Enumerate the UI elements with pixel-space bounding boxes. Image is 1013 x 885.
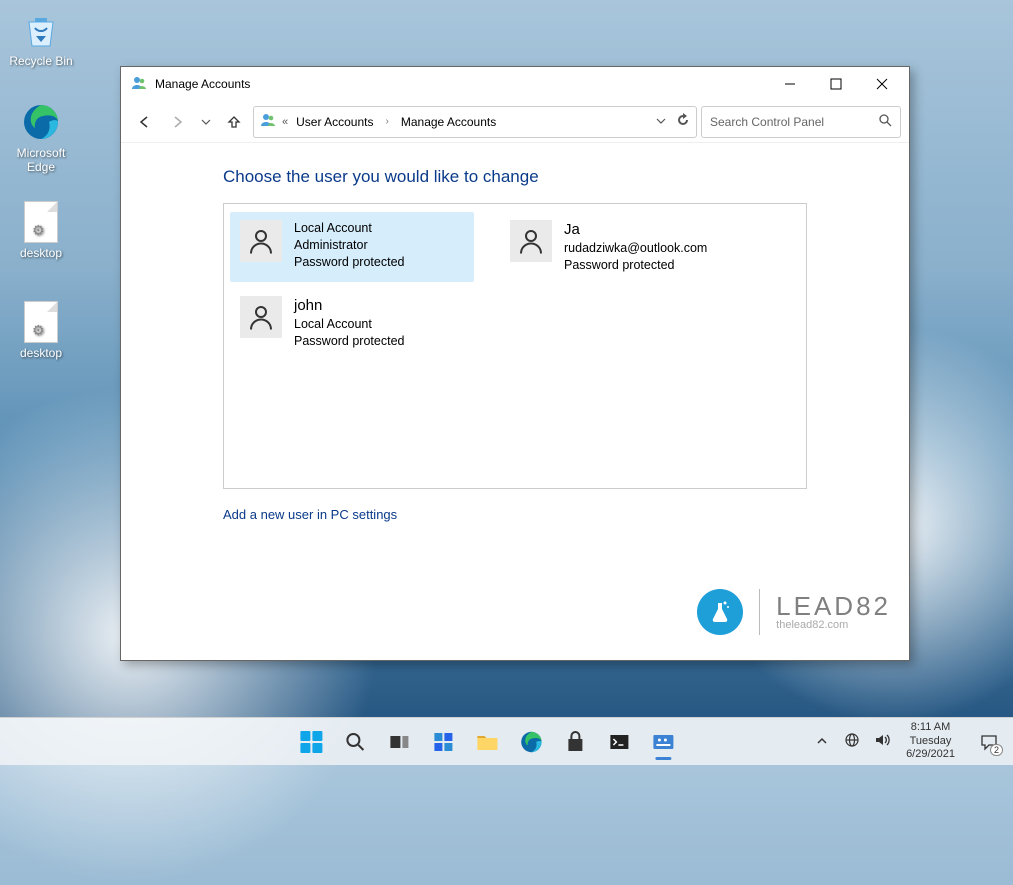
users-icon (260, 112, 276, 131)
add-user-link[interactable]: Add a new user in PC settings (223, 507, 889, 522)
search-icon (344, 731, 366, 753)
desktop-icon-edge[interactable]: Microsoft Edge (2, 100, 80, 174)
content-area: Choose the user you would like to change… (121, 143, 909, 660)
avatar (240, 296, 282, 338)
watermark: LEAD82 thelead82.com (697, 589, 891, 635)
forward-button[interactable] (163, 107, 193, 137)
flask-icon (697, 589, 743, 635)
page-heading: Choose the user you would like to change (223, 167, 889, 187)
avatar (510, 220, 552, 262)
user-detail: Local Account (294, 220, 404, 237)
desktop-icon-file-2[interactable]: ⚙ desktop (2, 300, 80, 360)
clock[interactable]: 8:11 AM Tuesday 6/29/2021 (902, 721, 959, 762)
desktop-icon-label: desktop (2, 246, 80, 260)
start-button[interactable] (291, 722, 331, 762)
search-input[interactable]: Search Control Panel (701, 106, 901, 138)
user-info: Jarudadziwka@outlook.comPassword protect… (564, 220, 707, 274)
users-list: Local AccountAdministratorPassword prote… (223, 203, 807, 489)
nav-toolbar: « User Accounts › Manage Accounts Search… (121, 101, 909, 143)
window-title: Manage Accounts (155, 77, 250, 91)
desktop-icon-label: desktop (2, 346, 80, 360)
breadcrumb-seg-user-accounts[interactable]: User Accounts (294, 115, 375, 129)
user-detail: Password protected (294, 333, 404, 350)
manage-accounts-window: Manage Accounts « User Accounts › Manage… (120, 66, 910, 661)
desktop-icon-label: Recycle Bin (2, 54, 80, 68)
clock-date: 6/29/2021 (906, 748, 955, 762)
recycle-bin-icon (19, 8, 63, 52)
taskbar: 8:11 AM Tuesday 6/29/2021 2 (0, 717, 1013, 765)
back-button[interactable] (129, 107, 159, 137)
edge-button[interactable] (511, 722, 551, 762)
search-placeholder: Search Control Panel (710, 115, 878, 129)
user-detail: Administrator (294, 237, 404, 254)
user-detail: Local Account (294, 316, 404, 333)
user-card[interactable]: johnLocal AccountPassword protected (230, 288, 474, 358)
volume-icon[interactable] (872, 732, 892, 751)
refresh-button[interactable] (676, 113, 690, 130)
recent-dropdown[interactable] (197, 107, 215, 137)
clock-day: Tuesday (906, 735, 955, 749)
tray-overflow-button[interactable] (812, 734, 832, 750)
notifications-button[interactable]: 2 (969, 722, 1009, 762)
breadcrumb-seg-manage-accounts[interactable]: Manage Accounts (399, 115, 498, 129)
user-detail: Password protected (294, 254, 404, 271)
file-icon: ⚙ (19, 200, 63, 244)
user-name: john (294, 296, 404, 316)
store-icon (564, 731, 586, 753)
edge-icon (19, 100, 63, 144)
terminal-icon (608, 731, 630, 753)
file-explorer-button[interactable] (467, 722, 507, 762)
users-icon (131, 75, 147, 94)
network-icon[interactable] (842, 732, 862, 751)
address-dropdown[interactable] (656, 115, 666, 129)
maximize-button[interactable] (813, 69, 859, 99)
task-view-icon (388, 731, 410, 753)
store-button[interactable] (555, 722, 595, 762)
control-panel-button[interactable] (643, 722, 683, 762)
control-panel-icon (651, 731, 675, 753)
address-bar[interactable]: « User Accounts › Manage Accounts (253, 106, 697, 138)
widgets-icon (432, 731, 454, 753)
breadcrumb-overflow[interactable]: « (282, 116, 288, 128)
desktop-icon-label: Microsoft Edge (2, 146, 80, 174)
edge-icon (519, 730, 543, 754)
minimize-button[interactable] (767, 69, 813, 99)
widgets-button[interactable] (423, 722, 463, 762)
chevron-right-icon: › (382, 116, 393, 127)
user-detail: Password protected (564, 257, 707, 274)
clock-time: 8:11 AM (906, 721, 955, 735)
folder-icon (475, 731, 499, 753)
avatar (240, 220, 282, 262)
user-info: johnLocal AccountPassword protected (294, 296, 404, 350)
up-button[interactable] (219, 107, 249, 137)
task-view-button[interactable] (379, 722, 419, 762)
notif-badge: 2 (990, 744, 1003, 756)
close-button[interactable] (859, 69, 905, 99)
user-name: Ja (564, 220, 707, 240)
desktop-icon-file-1[interactable]: ⚙ desktop (2, 200, 80, 260)
search-icon (878, 113, 892, 130)
terminal-button[interactable] (599, 722, 639, 762)
windows-logo-icon (300, 731, 322, 753)
user-detail: rudadziwka@outlook.com (564, 240, 707, 257)
user-info: Local AccountAdministratorPassword prote… (294, 220, 404, 274)
titlebar: Manage Accounts (121, 67, 909, 101)
user-card[interactable]: Local AccountAdministratorPassword prote… (230, 212, 474, 282)
taskbar-search-button[interactable] (335, 722, 375, 762)
desktop-icon-recycle-bin[interactable]: Recycle Bin (2, 8, 80, 68)
user-card[interactable]: Jarudadziwka@outlook.comPassword protect… (500, 212, 744, 282)
file-icon: ⚙ (19, 300, 63, 344)
watermark-brand: LEAD82 (776, 593, 891, 619)
